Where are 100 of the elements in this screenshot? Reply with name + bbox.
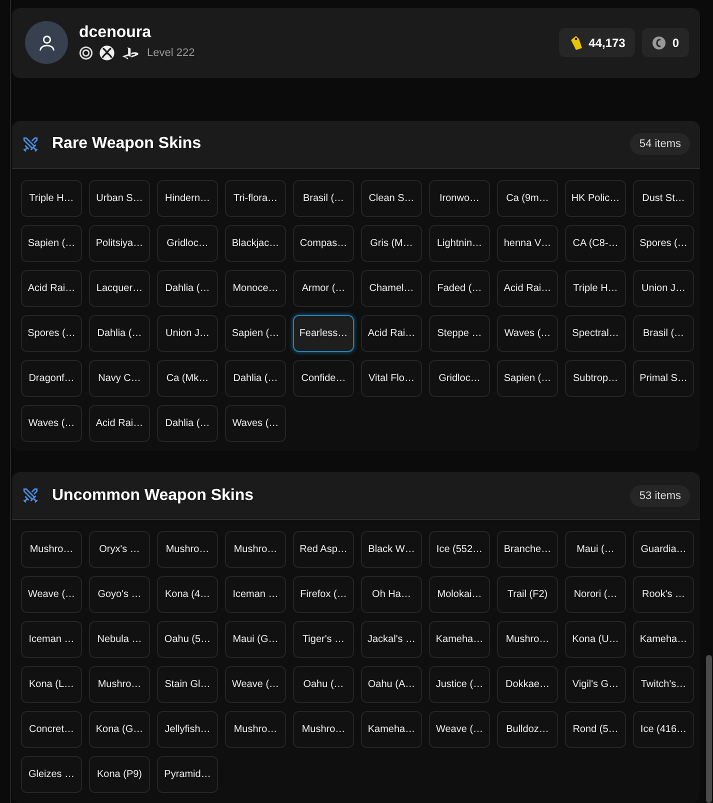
skin-tile[interactable]: CA (C8-… (565, 224, 626, 262)
skin-tile[interactable]: Rook's … (633, 576, 694, 614)
skin-tile[interactable]: Sapien (… (497, 360, 558, 397)
skin-tile[interactable]: Union J… (157, 314, 218, 352)
skin-tile[interactable]: Branche… (497, 531, 558, 568)
skin-tile[interactable]: Molokai… (429, 576, 490, 614)
skin-tile[interactable]: Acid Rai… (89, 404, 150, 442)
skin-tile[interactable]: Brasil (… (293, 180, 354, 217)
skin-tile[interactable]: Union J… (633, 270, 694, 307)
skin-tile[interactable]: Mushro… (497, 621, 558, 658)
skin-tile[interactable]: Lightnin… (429, 224, 490, 262)
skin-tile[interactable]: Acid Rai… (21, 270, 82, 307)
skin-tile[interactable]: Politsiya… (89, 224, 150, 262)
skin-tile[interactable]: Acid Rai… (497, 270, 558, 307)
skin-tile[interactable]: Dokkae… (497, 666, 558, 704)
skin-tile[interactable]: Sapien (… (21, 224, 82, 262)
skin-tile[interactable]: Spores (… (21, 314, 82, 352)
skin-tile[interactable]: Ironwo… (429, 180, 490, 217)
skin-tile[interactable]: Lacquer… (89, 270, 150, 307)
skin-tile[interactable]: Dust St… (633, 180, 694, 217)
skin-tile[interactable]: Dahlia (… (89, 314, 150, 352)
skin-tile[interactable]: Vital Flo… (361, 360, 422, 397)
skin-tile[interactable]: Mushro… (89, 666, 150, 704)
skin-tile[interactable]: Red Asp… (293, 531, 354, 568)
skin-tile[interactable]: Kona (G… (89, 711, 150, 748)
skin-tile[interactable]: Blackjac… (225, 224, 286, 262)
skin-tile[interactable]: Spectral… (565, 314, 626, 352)
skin-tile[interactable]: Weave (… (429, 711, 490, 748)
skin-tile[interactable]: Triple H… (21, 180, 82, 217)
skin-tile[interactable]: Mushro… (225, 531, 286, 568)
skin-tile[interactable]: Kameha… (361, 711, 422, 748)
skin-tile[interactable]: Oryx's … (89, 531, 150, 568)
skin-tile[interactable]: Tiger's … (293, 621, 354, 658)
skin-tile[interactable]: Goyo's … (89, 576, 150, 614)
skin-tile[interactable]: Nebula … (89, 621, 150, 658)
skin-tile[interactable]: Mushro… (21, 531, 82, 568)
skin-tile[interactable]: Steppe … (429, 314, 490, 352)
skin-tile[interactable]: Vigil's G… (565, 666, 626, 704)
skin-tile[interactable]: Dahlia (… (157, 404, 218, 442)
skin-tile[interactable]: Rond (5… (565, 711, 626, 748)
skin-tile[interactable]: Justice (… (429, 666, 490, 704)
skin-tile[interactable]: Firefox (… (293, 576, 354, 614)
skin-tile[interactable]: Guardia… (633, 531, 694, 568)
skin-tile[interactable]: Mushro… (225, 711, 286, 748)
skin-tile[interactable]: Navy C… (89, 360, 150, 397)
skin-tile[interactable]: Pyramid… (157, 756, 218, 794)
skin-tile[interactable]: Ice (552… (429, 531, 490, 568)
skin-tile[interactable]: Maui (… (565, 531, 626, 568)
skin-tile[interactable]: Dragonf… (21, 360, 82, 397)
skin-tile[interactable]: Twitch's… (633, 666, 694, 704)
skin-tile[interactable]: Mushro… (293, 711, 354, 748)
skin-tile[interactable]: Kona (P9) (89, 756, 150, 794)
skin-tile[interactable]: Urban S… (89, 180, 150, 217)
skin-tile[interactable]: Iceman … (225, 576, 286, 614)
skin-tile[interactable]: Hindern… (157, 180, 218, 217)
skin-tile[interactable]: Oahu (… (293, 666, 354, 704)
skin-tile[interactable]: Ca (9m… (497, 180, 558, 217)
skin-tile[interactable]: Chamel… (361, 270, 422, 307)
skin-tile[interactable]: Iceman … (21, 621, 82, 658)
skin-tile[interactable]: Armor (… (293, 270, 354, 307)
skin-tile[interactable]: HK Polic… (565, 180, 626, 217)
skin-tile[interactable]: Weave (… (21, 576, 82, 614)
skin-tile[interactable]: henna V… (497, 224, 558, 262)
skin-tile[interactable]: Stain Gl… (157, 666, 218, 704)
skin-tile[interactable]: Brasil (… (633, 314, 694, 352)
skin-tile[interactable]: Clean S… (361, 180, 422, 217)
skin-tile[interactable]: Subtrop… (565, 360, 626, 397)
skin-tile[interactable]: Gridloc… (429, 360, 490, 397)
skin-tile[interactable]: Triple H… (565, 270, 626, 307)
skin-tile[interactable]: Compas… (293, 224, 354, 262)
skin-tile[interactable]: Trail (F2) (497, 576, 558, 614)
skin-tile[interactable]: Oahu (5… (157, 621, 218, 658)
skin-tile[interactable]: Acid Rai… (361, 314, 422, 352)
skin-tile[interactable]: Fearless… (293, 314, 354, 352)
skin-tile[interactable]: Sapien (… (225, 314, 286, 352)
skin-tile[interactable]: Kona (4… (157, 576, 218, 614)
skin-tile[interactable]: Kameha… (633, 621, 694, 658)
skin-tile[interactable]: Monoce… (225, 270, 286, 307)
skin-tile[interactable]: Weave (… (225, 666, 286, 704)
skin-tile[interactable]: Mushro… (157, 531, 218, 568)
skin-tile[interactable]: Spores (… (633, 224, 694, 262)
skin-tile[interactable]: Gridloc… (157, 224, 218, 262)
skin-tile[interactable]: Gris (M… (361, 224, 422, 262)
skin-tile[interactable]: Bulldoz… (497, 711, 558, 748)
skin-tile[interactable]: Dahlia (… (157, 270, 218, 307)
skin-tile[interactable]: Norori (… (565, 576, 626, 614)
skin-tile[interactable]: Confide… (293, 360, 354, 397)
skin-tile[interactable]: Faded (… (429, 270, 490, 307)
skin-tile[interactable]: Waves (… (497, 314, 558, 352)
skin-tile[interactable]: Black W… (361, 531, 422, 568)
skin-tile[interactable]: Oahu (A… (361, 666, 422, 704)
skin-tile[interactable]: Concret… (21, 711, 82, 748)
skin-tile[interactable]: Gleizes … (21, 756, 82, 794)
skin-tile[interactable]: Dahlia (… (225, 360, 286, 397)
skin-tile[interactable]: Maui (G… (225, 621, 286, 658)
skin-tile[interactable]: Waves (… (21, 404, 82, 442)
skin-tile[interactable]: Oh Ha… (361, 576, 422, 614)
skin-tile[interactable]: Kona (L… (21, 666, 82, 704)
skin-tile[interactable]: Kameha… (429, 621, 490, 658)
skin-tile[interactable]: Primal S… (633, 360, 694, 397)
